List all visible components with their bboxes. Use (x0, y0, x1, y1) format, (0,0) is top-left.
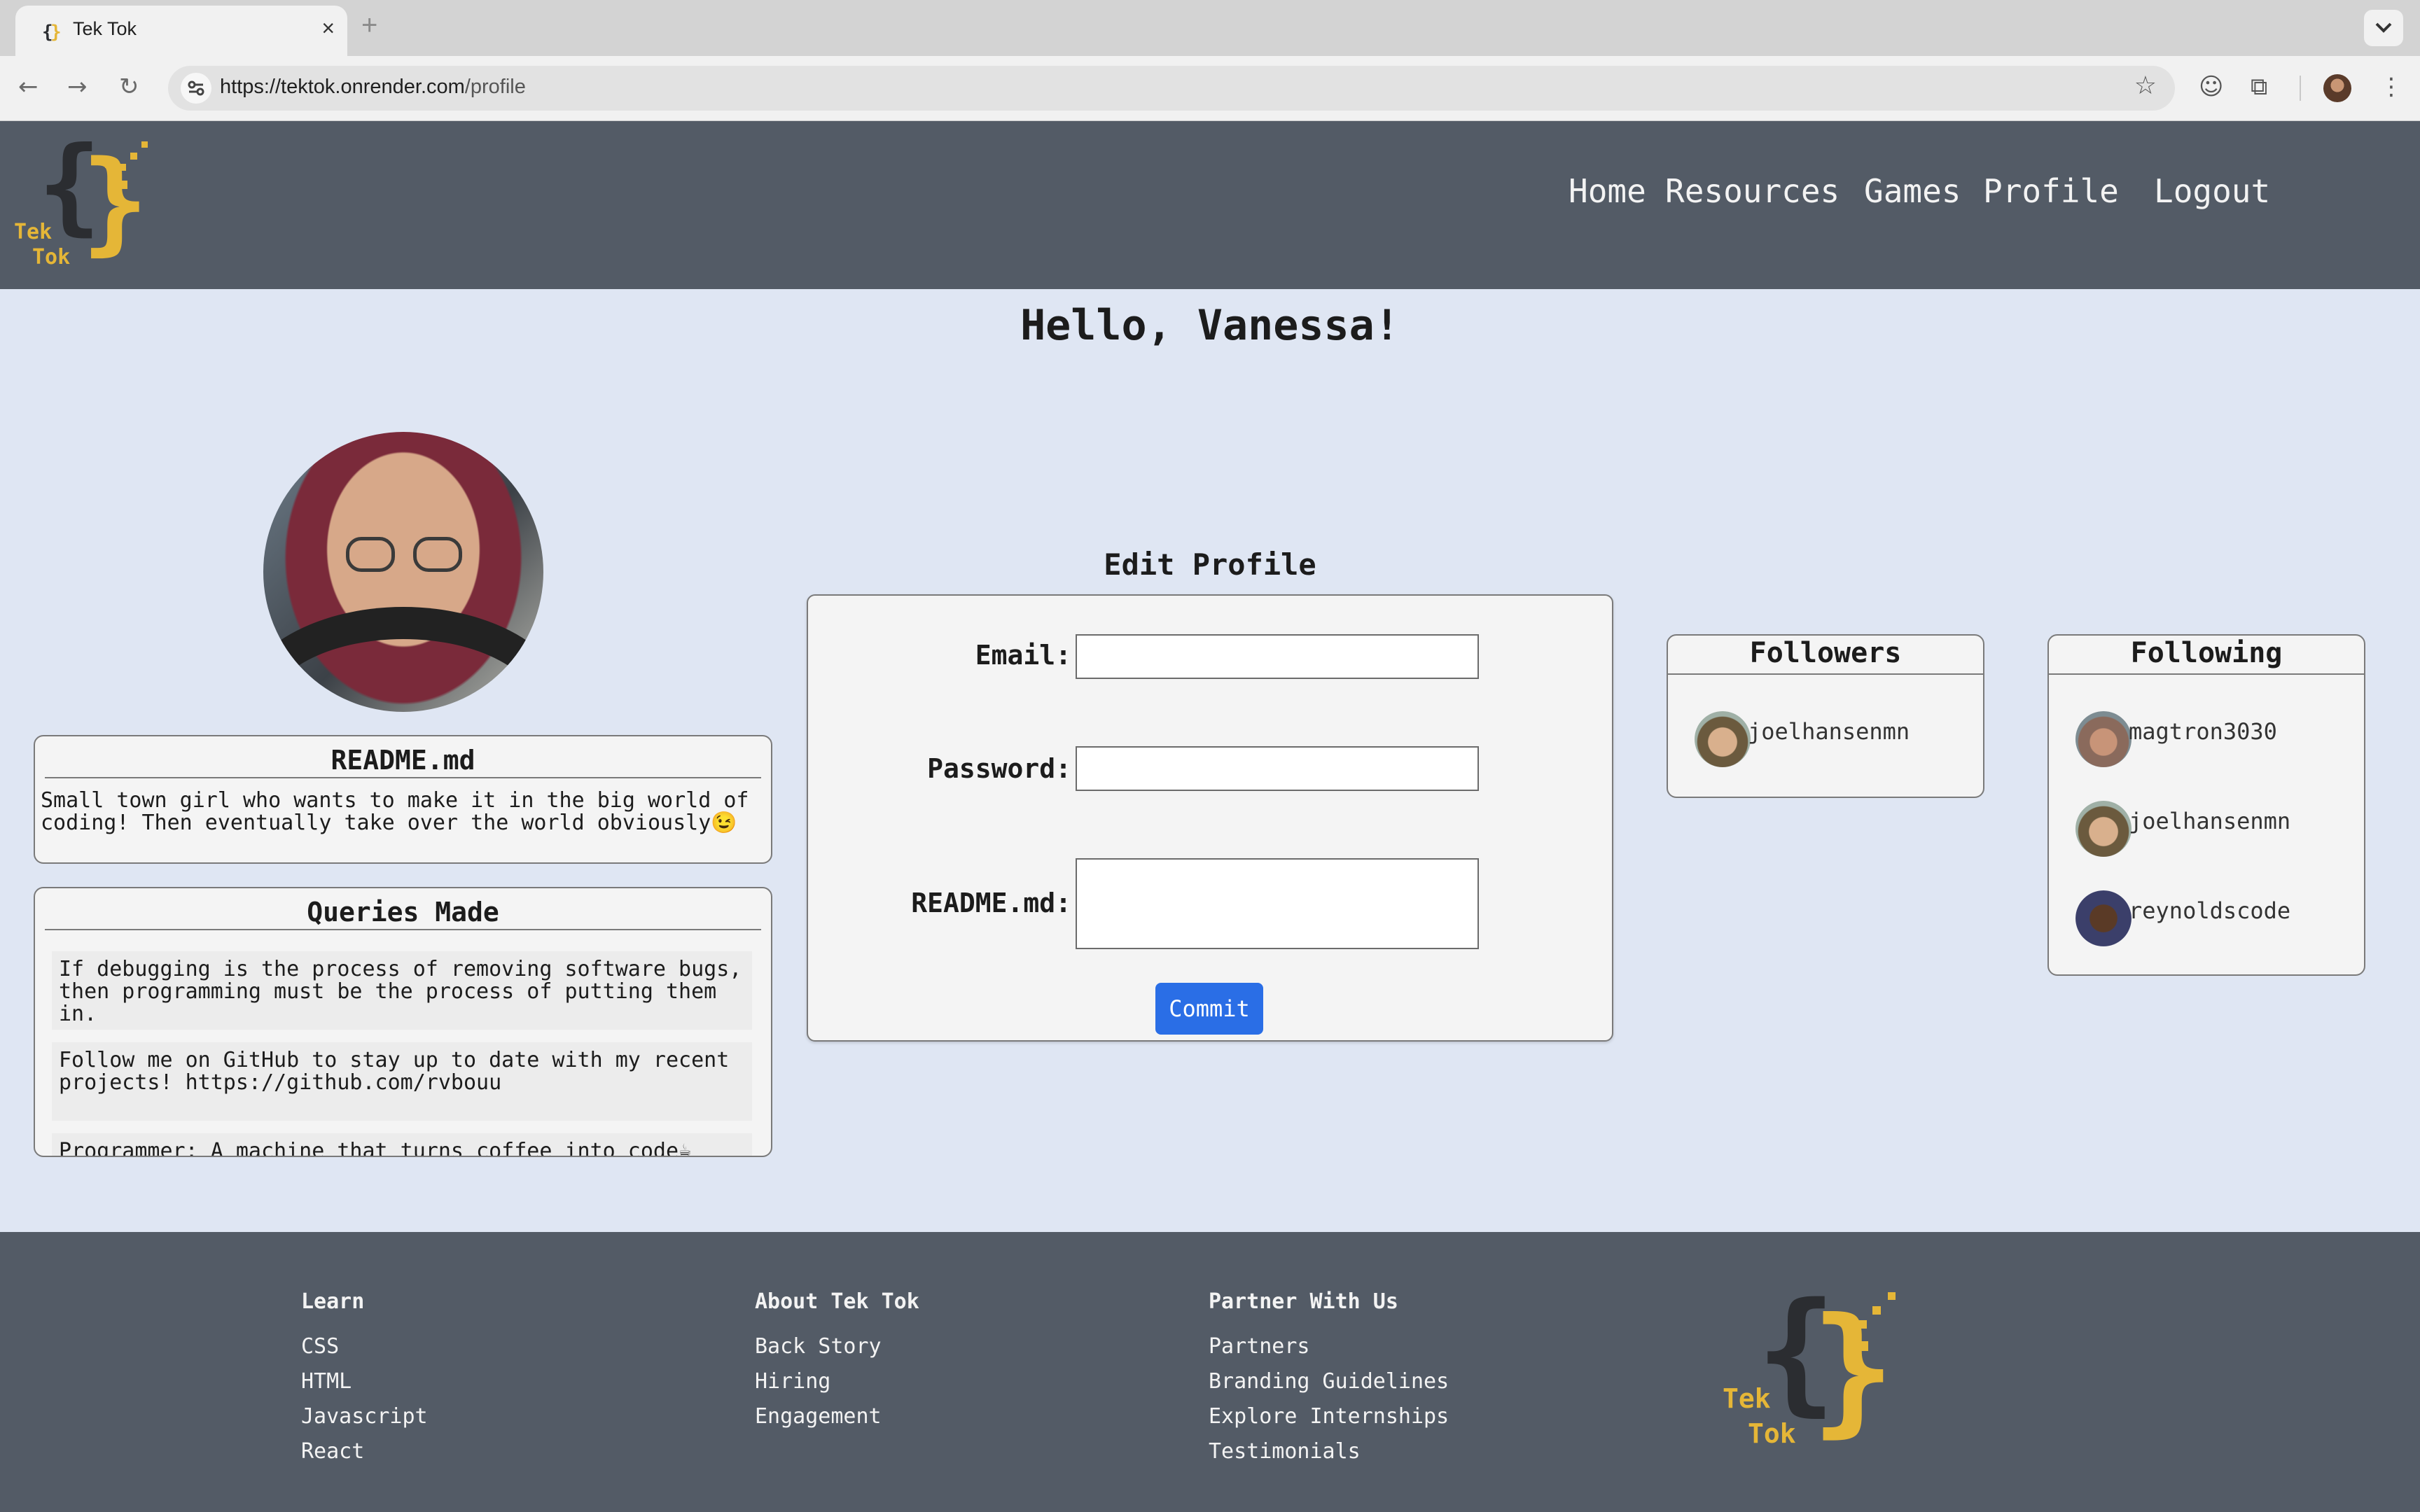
queries-panel[interactable]: Queries Made If debugging is the process… (34, 887, 772, 1157)
browser-menu-icon[interactable]: ⋮ (2379, 73, 2403, 101)
email-field[interactable] (1076, 634, 1479, 679)
readme-field[interactable] (1076, 858, 1479, 949)
footer-link-html[interactable]: HTML (301, 1369, 352, 1394)
extension-face-icon[interactable]: ☺ (2199, 73, 2223, 101)
nav-games[interactable]: Games (1864, 172, 1961, 210)
follower-username: joelhansenmn (1748, 718, 1910, 745)
readme-title: README.md (45, 745, 761, 778)
logo-word-tok: Tok (32, 245, 71, 270)
following-avatar (2075, 801, 2132, 857)
url-host: https://tektok.onrender.com (220, 76, 465, 98)
query-item: Programmer: A machine that turns coffee … (52, 1133, 752, 1156)
footer-link-javascript[interactable]: Javascript (301, 1404, 428, 1429)
footer-link-branding[interactable]: Branding Guidelines (1209, 1369, 1449, 1394)
footer-heading-partner: Partner With Us (1209, 1289, 1398, 1314)
extensions-puzzle-icon[interactable]: ⧉ (2251, 73, 2267, 101)
url-text: https://tektok.onrender.com/profile (220, 76, 526, 99)
address-bar[interactable]: https://tektok.onrender.com/profile ☆ (168, 66, 2175, 111)
footer-heading-learn: Learn (301, 1289, 365, 1314)
logo-dot (119, 164, 126, 171)
password-label: Password: (927, 753, 1071, 784)
footer-link-hiring[interactable]: Hiring (755, 1369, 830, 1394)
logo-dot (1858, 1320, 1867, 1329)
readme-label: README.md: (911, 888, 1071, 918)
logo-dot (119, 181, 127, 189)
logo-brace-right: } (1811, 1288, 1896, 1451)
avatar-steering-wheel (263, 607, 543, 712)
browser-tab-title: Tek Tok (73, 18, 137, 39)
query-item: Follow me on GitHub to stay up to date w… (52, 1042, 752, 1121)
tab-search-button[interactable] (2364, 10, 2403, 46)
logo-dot (1840, 1315, 1850, 1324)
footer-link-react[interactable]: React (301, 1439, 364, 1464)
svg-text:}: } (50, 22, 62, 42)
logo-word-tek: Tek (1723, 1383, 1771, 1414)
logo-dot (1872, 1306, 1881, 1315)
footer-link-back-story[interactable]: Back Story (755, 1334, 882, 1359)
logo-dot (130, 153, 137, 160)
bookmark-star-icon[interactable]: ☆ (2134, 71, 2157, 100)
following-username: reynoldscode (2129, 897, 2291, 924)
logo-dot (1888, 1292, 1896, 1300)
logo-brace-right: } (81, 136, 149, 267)
footer-heading-about: About Tek Tok (755, 1289, 919, 1314)
tektok-favicon-icon: { } (42, 22, 62, 42)
site-info-icon[interactable] (181, 73, 211, 104)
queries-title: Queries Made (45, 897, 761, 930)
followers-title: Followers (1668, 636, 1983, 675)
avatar-glasses (346, 537, 465, 572)
toolbar-divider (2300, 76, 2301, 101)
following-panel: Following magtron3030 joelhansenmn reyno… (2047, 634, 2365, 976)
logo-dot (105, 160, 113, 168)
password-field[interactable] (1076, 746, 1479, 791)
nav-profile[interactable]: Profile (1983, 172, 2119, 210)
footer-link-internships[interactable]: Explore Internships (1209, 1404, 1449, 1429)
profile-avatar-photo (263, 432, 543, 712)
following-avatar (2075, 890, 2132, 946)
readme-text: Small town girl who wants to make it in … (41, 788, 749, 835)
email-label: Email: (975, 640, 1071, 671)
chevron-down-icon (2375, 22, 2392, 33)
followers-panel: Followers joelhansenmn (1667, 634, 1984, 798)
tektok-logo[interactable]: { } Tek Tok (14, 125, 154, 272)
nav-logout[interactable]: Logout (2154, 172, 2270, 210)
footer-link-testimonials[interactable]: Testimonials (1209, 1439, 1361, 1464)
browser-profile-avatar[interactable] (2323, 74, 2351, 102)
following-title: Following (2049, 636, 2364, 675)
footer-tektok-logo[interactable]: { } Tek Tok (1723, 1274, 1905, 1460)
footer-link-partners[interactable]: Partners (1209, 1334, 1310, 1359)
logo-dot (141, 141, 148, 148)
footer-link-css[interactable]: CSS (301, 1334, 339, 1359)
following-avatar (2075, 711, 2132, 767)
url-path: /profile (464, 76, 526, 98)
nav-home[interactable]: Home (1569, 172, 1646, 210)
reload-icon[interactable]: ↻ (119, 73, 139, 101)
new-tab-icon[interactable]: + (361, 10, 377, 41)
following-username: joelhansenmn (2129, 808, 2291, 834)
edit-profile-title: Edit Profile (1104, 547, 1316, 582)
logo-dot (1858, 1341, 1868, 1351)
logo-word-tek: Tek (14, 220, 53, 244)
close-tab-icon[interactable]: × (321, 15, 335, 41)
back-arrow-icon[interactable]: ← (18, 73, 39, 101)
nav-resources[interactable]: Resources (1665, 172, 1840, 210)
browser-tab[interactable]: { } Tek Tok × (15, 6, 347, 56)
query-item: If debugging is the process of removing … (52, 951, 752, 1030)
footer-link-engagement[interactable]: Engagement (755, 1404, 882, 1429)
following-username: magtron3030 (2129, 718, 2277, 745)
logo-word-tok: Tok (1748, 1418, 1796, 1449)
follower-avatar (1695, 711, 1751, 767)
forward-arrow-icon[interactable]: → (67, 73, 88, 101)
page-greeting: Hello, Vanessa! (1020, 301, 1400, 350)
readme-panel: README.md Small town girl who wants to m… (34, 735, 772, 864)
commit-button[interactable]: Commit (1155, 983, 1263, 1035)
